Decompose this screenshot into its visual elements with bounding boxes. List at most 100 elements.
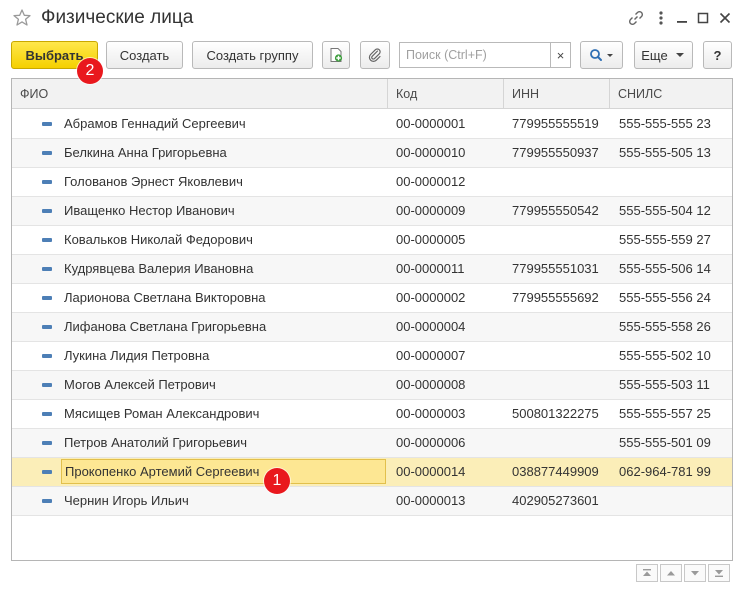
cell-inn[interactable]	[512, 168, 612, 196]
cell-fio[interactable]: Чернин Игорь Ильич	[64, 487, 384, 515]
scroll-down-button[interactable]	[684, 564, 706, 582]
add-document-button[interactable]	[322, 41, 350, 69]
minimize-icon[interactable]	[673, 9, 691, 27]
star-icon[interactable]	[12, 8, 32, 28]
cell-fio[interactable]: Петров Анатолий Григорьевич	[64, 429, 384, 457]
cell-snils[interactable]: 555-555-501 09	[619, 429, 731, 457]
cell-inn[interactable]	[512, 371, 612, 399]
cell-inn[interactable]: 500801322275	[512, 400, 612, 428]
table-row[interactable]: Кудрявцева Валерия Ивановна 00-0000011 779…	[12, 255, 732, 284]
cell-snils[interactable]: 555-555-503 11	[619, 371, 731, 399]
column-header-code[interactable]: Код	[388, 79, 504, 109]
maximize-icon[interactable]	[694, 9, 712, 27]
cell-code[interactable]: 00-0000006	[396, 429, 506, 457]
table-row[interactable]: Белкина Анна Григорьевна 00-0000010 779955…	[12, 139, 732, 168]
table-row[interactable]: Иващенко Нестор Иванович 00-0000009 779955…	[12, 197, 732, 226]
cell-snils[interactable]: 555-555-506 14	[619, 255, 731, 283]
last-page-icon	[715, 570, 723, 577]
cell-snils[interactable]: 062-964-781 99	[619, 458, 731, 486]
cell-fio[interactable]: Ларионова Светлана Викторовна	[64, 284, 384, 312]
scroll-to-top-button[interactable]	[636, 564, 658, 582]
cell-fio[interactable]: Прокопенко Артемий Сергеевич	[65, 458, 385, 486]
cell-code[interactable]: 00-0000002	[396, 284, 506, 312]
more-button[interactable]: Еще	[634, 41, 693, 69]
cell-fio[interactable]: Иващенко Нестор Иванович	[64, 197, 384, 225]
cell-inn[interactable]: 779955550542	[512, 197, 612, 225]
table-row[interactable]: Ковальков Николай Федорович 00-0000005 555…	[12, 226, 732, 255]
cell-fio[interactable]: Белкина Анна Григорьевна	[64, 139, 384, 167]
cell-fio[interactable]: Мясищев Роман Александрович	[64, 400, 384, 428]
cell-code[interactable]: 00-0000003	[396, 400, 506, 428]
cell-snils[interactable]: 555-555-559 27	[619, 226, 731, 254]
cell-inn[interactable]	[512, 429, 612, 457]
cell-fio[interactable]: Лукина Лидия Петровна	[64, 342, 384, 370]
chevron-down-icon	[675, 53, 684, 57]
search-input[interactable]	[399, 42, 551, 68]
create-group-button[interactable]: Создать группу	[192, 41, 313, 69]
table-row-selected[interactable]: Прокопенко Артемий Сергеевич 00-0000014 03…	[12, 458, 732, 487]
cell-code[interactable]: 00-0000014	[396, 458, 506, 486]
item-icon	[42, 383, 52, 387]
cell-code[interactable]: 00-0000008	[396, 371, 506, 399]
column-header-fio[interactable]: ФИО	[12, 79, 388, 109]
cell-code[interactable]: 00-0000001	[396, 110, 506, 138]
cell-fio[interactable]: Могов Алексей Петрович	[64, 371, 384, 399]
cell-inn[interactable]: 779955551031	[512, 255, 612, 283]
cell-snils[interactable]: 555-555-555 23	[619, 110, 731, 138]
search-options-button[interactable]	[580, 41, 623, 69]
cell-snils[interactable]: 555-555-558 26	[619, 313, 731, 341]
cell-snils[interactable]: 555-555-504 12	[619, 197, 731, 225]
cell-code[interactable]: 00-0000010	[396, 139, 506, 167]
cell-code[interactable]: 00-0000007	[396, 342, 506, 370]
persons-table[interactable]: ФИО Код ИНН СНИЛС Абрамов Геннадий Серге…	[11, 78, 733, 561]
cell-code[interactable]: 00-0000011	[396, 255, 506, 283]
cell-snils[interactable]	[619, 168, 731, 196]
create-button[interactable]: Создать	[106, 41, 183, 69]
close-icon[interactable]	[716, 9, 734, 27]
attach-button[interactable]	[360, 41, 390, 69]
cell-fio[interactable]: Ковальков Николай Федорович	[64, 226, 384, 254]
table-row[interactable]: Лукина Лидия Петровна 00-0000007 555-555-5…	[12, 342, 732, 371]
cell-inn[interactable]: 038877449909	[512, 458, 612, 486]
scroll-up-button[interactable]	[660, 564, 682, 582]
more-label: Еще	[641, 47, 668, 63]
cell-code[interactable]: 00-0000005	[396, 226, 506, 254]
cell-fio[interactable]: Кудрявцева Валерия Ивановна	[64, 255, 384, 283]
cell-fio[interactable]: Лифанова Светлана Григорьевна	[64, 313, 384, 341]
table-row[interactable]: Петров Анатолий Григорьевич 00-0000006 555…	[12, 429, 732, 458]
cell-inn[interactable]: 779955555692	[512, 284, 612, 312]
kebab-menu-icon[interactable]	[652, 9, 670, 27]
search-clear-button[interactable]: ×	[550, 42, 571, 68]
cell-snils[interactable]: 555-555-505 13	[619, 139, 731, 167]
table-row[interactable]: Абрамов Геннадий Сергеевич 00-0000001 7799…	[12, 110, 732, 139]
magnifier-icon	[589, 49, 613, 61]
cell-fio[interactable]: Абрамов Геннадий Сергеевич	[64, 110, 384, 138]
link-icon[interactable]	[627, 9, 645, 27]
cell-inn[interactable]	[512, 342, 612, 370]
cell-snils[interactable]: 555-555-556 24	[619, 284, 731, 312]
cell-inn[interactable]	[512, 226, 612, 254]
cell-inn[interactable]: 779955555519	[512, 110, 612, 138]
cell-snils[interactable]	[619, 487, 731, 515]
cell-code[interactable]: 00-0000012	[396, 168, 506, 196]
table-row[interactable]: Могов Алексей Петрович 00-0000008 555-555-…	[12, 371, 732, 400]
cell-fio[interactable]: Голованов Эрнест Яковлевич	[64, 168, 384, 196]
cell-snils[interactable]: 555-555-557 25	[619, 400, 731, 428]
table-row[interactable]: Лифанова Светлана Григорьевна 00-0000004 5…	[12, 313, 732, 342]
cell-inn[interactable]: 779955550937	[512, 139, 612, 167]
help-button[interactable]: ?	[703, 41, 732, 69]
column-header-inn[interactable]: ИНН	[504, 79, 610, 109]
cell-code[interactable]: 00-0000004	[396, 313, 506, 341]
table-row[interactable]: Чернин Игорь Ильич 00-0000013 402905273601	[12, 487, 732, 516]
cell-code[interactable]: 00-0000009	[396, 197, 506, 225]
table-row[interactable]: Ларионова Светлана Викторовна 00-0000002 7…	[12, 284, 732, 313]
cell-inn[interactable]	[512, 313, 612, 341]
column-header-snils[interactable]: СНИЛС	[610, 79, 732, 109]
cell-inn[interactable]: 402905273601	[512, 487, 612, 515]
scroll-to-bottom-button[interactable]	[708, 564, 730, 582]
cell-snils[interactable]: 555-555-502 10	[619, 342, 731, 370]
table-row[interactable]: Голованов Эрнест Яковлевич 00-0000012	[12, 168, 732, 197]
table-row[interactable]: Мясищев Роман Александрович 00-0000003 500…	[12, 400, 732, 429]
cell-code[interactable]: 00-0000013	[396, 487, 506, 515]
title-bar: Физические лица	[0, 0, 750, 38]
